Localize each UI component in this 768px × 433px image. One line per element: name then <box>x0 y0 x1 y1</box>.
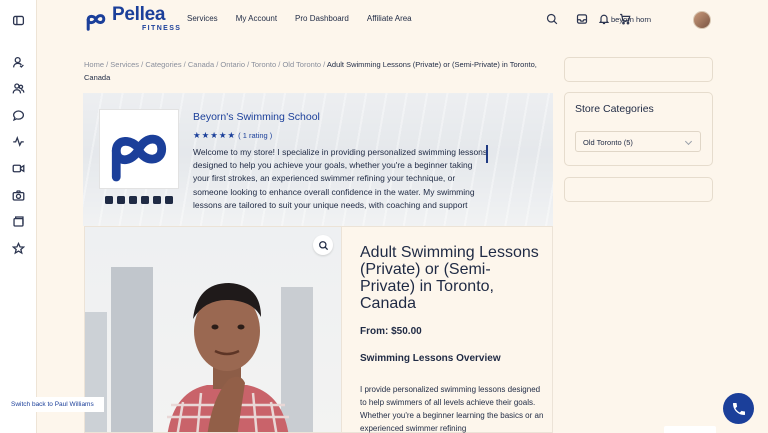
breadcrumb-ontario[interactable]: Ontario <box>220 60 245 69</box>
product-description: I provide personalized swimming lessons … <box>360 385 544 433</box>
folder-icon[interactable] <box>10 213 27 230</box>
instagram-icon[interactable] <box>117 196 125 204</box>
brand-logo[interactable]: Pellea FITNESS <box>84 5 181 32</box>
pinterest-icon[interactable] <box>165 196 173 204</box>
pellea-logo-icon <box>86 13 106 31</box>
linkedin-icon[interactable] <box>141 196 149 204</box>
product-image[interactable] <box>84 226 342 433</box>
magnify-icon <box>318 240 328 250</box>
nav-pro-dashboard[interactable]: Pro Dashboard <box>295 14 349 23</box>
star-icon[interactable] <box>10 240 27 257</box>
user-name[interactable]: beyorn horn <box>611 15 651 24</box>
camera-icon[interactable] <box>10 187 27 204</box>
user-check-icon[interactable] <box>10 54 27 71</box>
breadcrumb-toronto[interactable]: Toronto <box>251 60 276 69</box>
category-select-value: Old Toronto (5) <box>583 138 633 147</box>
brand-name: Pellea <box>112 4 166 25</box>
bell-icon[interactable] <box>598 13 610 28</box>
zoom-button[interactable] <box>313 235 333 255</box>
call-button[interactable] <box>723 393 754 424</box>
breadcrumb-categories[interactable]: Categories <box>145 60 181 69</box>
nav-my-account[interactable]: My Account <box>236 14 277 23</box>
switch-back-link[interactable]: Switch back to Paul Williams <box>6 397 104 412</box>
users-icon[interactable] <box>10 80 27 97</box>
breadcrumb-home[interactable]: Home <box>84 60 104 69</box>
chat-icon[interactable] <box>10 107 27 124</box>
corner-widget[interactable] <box>664 426 716 433</box>
store-socials <box>105 196 173 204</box>
brand-subtitle: FITNESS <box>142 25 182 32</box>
store-description: Welcome to my store! I specialize in pro… <box>193 147 488 210</box>
facebook-icon[interactable] <box>129 196 137 204</box>
nav-affiliate-area[interactable]: Affiliate Area <box>367 14 412 23</box>
inbox-icon[interactable] <box>576 13 588 28</box>
building-shape <box>111 267 153 432</box>
sidebar-toggle-icon[interactable] <box>10 12 27 29</box>
product-title: Adult Swimming Lessons (Private) or (Sem… <box>360 244 539 312</box>
building-shape <box>85 312 107 432</box>
store-categories-title: Store Categories <box>575 103 654 115</box>
activity-icon[interactable] <box>10 133 27 150</box>
person-photo <box>167 283 289 432</box>
avatar[interactable] <box>693 11 711 29</box>
breadcrumb-canada[interactable]: Canada <box>188 60 214 69</box>
chevron-down-icon <box>684 137 693 146</box>
store-logo[interactable] <box>99 109 179 189</box>
main-nav: Services My Account Pro Dashboard Affili… <box>187 14 430 23</box>
twitter-icon[interactable] <box>105 196 113 204</box>
breadcrumb: Home / Services / Categories / Canada / … <box>84 58 554 84</box>
product-price: From: $50.00 <box>360 326 422 337</box>
breadcrumb-old-toronto[interactable]: Old Toronto <box>282 60 321 69</box>
rating-stars: ★★★★★ <box>193 130 237 140</box>
sidebar-widget <box>564 57 713 82</box>
store-name[interactable]: Beyorn's Swimming School <box>193 111 320 123</box>
video-icon[interactable] <box>10 160 27 177</box>
rating-count[interactable]: ( 1 rating ) <box>238 131 272 140</box>
search-icon[interactable] <box>546 13 558 28</box>
store-rating: ★★★★★( 1 rating ) <box>193 130 272 141</box>
nav-services[interactable]: Services <box>187 14 218 23</box>
youtube-icon[interactable] <box>153 196 161 204</box>
store-banner: Beyorn's Swimming School ★★★★★( 1 rating… <box>83 93 553 226</box>
phone-icon <box>732 402 745 415</box>
description-scrollbar[interactable] <box>486 145 488 163</box>
store-logo-icon <box>111 134 167 182</box>
sidebar-widget <box>564 177 713 202</box>
breadcrumb-services[interactable]: Services <box>110 60 139 69</box>
left-sidebar <box>0 0 37 433</box>
overview-heading: Swimming Lessons Overview <box>360 353 501 364</box>
category-select[interactable]: Old Toronto (5) <box>575 131 701 152</box>
